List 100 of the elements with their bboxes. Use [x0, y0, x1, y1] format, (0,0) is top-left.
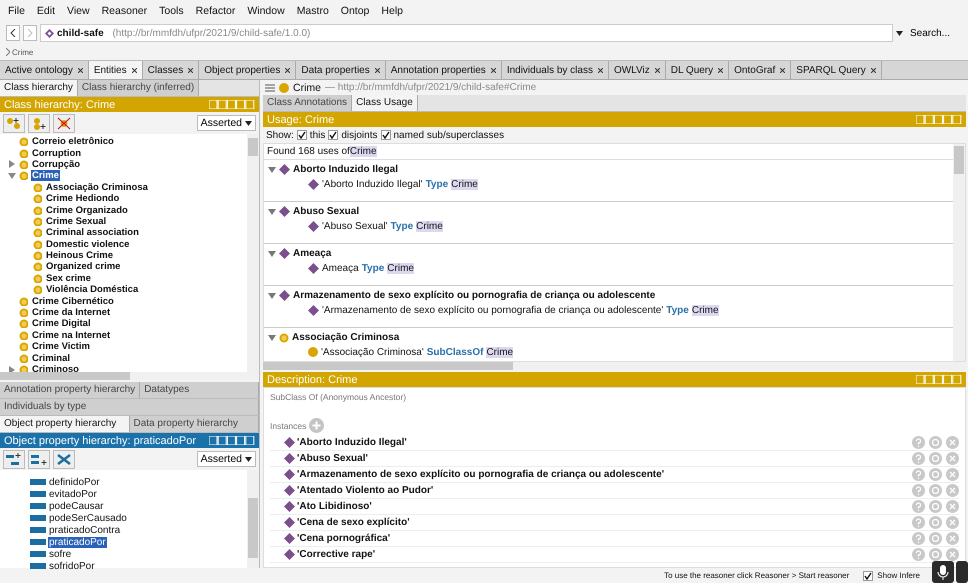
menu-item[interactable]: Refactor: [196, 5, 236, 17]
bars-plus-icon[interactable]: [3, 450, 25, 468]
crossed-bars-icon[interactable]: [53, 450, 75, 468]
tree-item[interactable]: Crime Organizado: [45, 204, 129, 216]
view-controls-icon[interactable]: [209, 100, 255, 109]
expand-arrow-icon[interactable]: [8, 160, 16, 168]
tree-item[interactable]: Organized crime: [45, 261, 122, 272]
checkbox[interactable]: [863, 570, 874, 580]
tree-item[interactable]: Crime Hediondo: [45, 193, 120, 204]
instance-item[interactable]: 'Aborto Induzido Ilegal': [297, 437, 407, 448]
tree-item[interactable]: Crime da Internet: [31, 307, 112, 318]
tree-item[interactable]: Crime na Internet: [31, 330, 112, 341]
tree-item[interactable]: Associação Criminosa: [45, 182, 149, 193]
checkbox[interactable]: [380, 130, 390, 140]
menu-item[interactable]: Reasoner: [102, 5, 148, 17]
search-button[interactable]: Search...: [906, 28, 962, 38]
instance-item[interactable]: 'Cena de sexo explícito': [297, 517, 410, 528]
menu-item[interactable]: Mastro: [296, 5, 329, 17]
dark-square-icon[interactable]: [956, 561, 968, 583]
usage-entity[interactable]: Armazenamento de sexo explícito ou pornografia de criança ou adolescente: [293, 290, 656, 301]
mode-dropdown[interactable]: Asserted: [196, 451, 256, 467]
tab[interactable]: Object property hierarchy: [0, 416, 130, 432]
menu-item[interactable]: View: [67, 5, 90, 17]
ontology-field[interactable]: child-safe (http://br/mmfdh/ufpr/2021/9/child-safe/1.0.0): [40, 24, 893, 42]
tree-item[interactable]: Corruption: [31, 148, 82, 159]
checkbox[interactable]: [328, 130, 338, 140]
collapse-arrow-icon[interactable]: [268, 166, 276, 174]
tab[interactable]: Class hierarchy: [0, 80, 78, 96]
collapse-arrow-icon[interactable]: [8, 172, 16, 180]
menu-item[interactable]: Help: [381, 5, 403, 17]
usage-entity[interactable]: Aborto Induzido Ilegal: [293, 164, 398, 175]
entity-link[interactable]: Crime: [451, 178, 478, 190]
view-controls-icon[interactable]: [916, 375, 962, 384]
close-icon[interactable]: [490, 68, 496, 72]
tree-item[interactable]: podeSerCausado: [48, 512, 128, 524]
tab[interactable]: Class hierarchy (inferred): [78, 80, 200, 96]
tree-item[interactable]: podeCausar: [48, 500, 104, 512]
close-icon[interactable]: [718, 68, 724, 72]
menu-item[interactable]: Edit: [36, 5, 56, 17]
checkbox[interactable]: [296, 130, 307, 140]
instance-item[interactable]: 'Ato Libidinoso': [297, 501, 372, 512]
dropdown-icon[interactable]: [896, 30, 903, 36]
close-icon[interactable]: [780, 68, 786, 72]
close-icon[interactable]: [285, 68, 290, 72]
close-icon[interactable]: [654, 68, 660, 72]
scrollbar[interactable]: [953, 144, 965, 361]
close-icon[interactable]: [870, 68, 876, 72]
instance-item[interactable]: 'Cena pornográfica': [297, 533, 390, 544]
circles-plus-icon[interactable]: [3, 114, 25, 132]
tree-item[interactable]: Heinous Crime: [45, 250, 114, 262]
collapse-arrow-icon[interactable]: [268, 292, 276, 300]
entity-link[interactable]: Crime: [416, 220, 443, 232]
tree-item[interactable]: Crime Digital: [31, 318, 92, 330]
tab[interactable]: Class Usage: [352, 95, 418, 111]
tree-item[interactable]: Criminal association: [45, 227, 140, 238]
tree-item[interactable]: Criminoso: [31, 364, 80, 375]
collapse-arrow-icon[interactable]: [268, 334, 276, 342]
tree-item[interactable]: praticadoPor: [48, 536, 107, 548]
bar-plus-icon[interactable]: [28, 450, 50, 468]
back-button[interactable]: [6, 25, 20, 41]
tree-item[interactable]: Criminal: [31, 352, 72, 364]
tree-item[interactable]: Corrupção: [31, 158, 82, 170]
tree-item[interactable]: Crime Sexual: [45, 216, 108, 227]
instance-item[interactable]: 'Abuso Sexual': [297, 453, 368, 464]
usage-entity[interactable]: Associação Criminosa: [292, 332, 400, 343]
menu-item[interactable]: Tools: [159, 5, 184, 17]
tree-item[interactable]: Sex crime: [45, 272, 92, 284]
tree-item[interactable]: praticadoContra: [48, 524, 122, 536]
view-controls-icon[interactable]: [916, 115, 962, 124]
menu-item[interactable]: Window: [247, 5, 285, 17]
tree-item[interactable]: Crime Cibernético: [31, 296, 115, 307]
entity-link[interactable]: Crime: [350, 146, 377, 157]
tree-item[interactable]: Correio eletrônico: [31, 136, 115, 148]
tree-item[interactable]: evitadoPor: [48, 488, 98, 500]
view-controls-icon[interactable]: [209, 436, 255, 445]
entity-link[interactable]: Crime: [387, 262, 414, 274]
close-icon[interactable]: [374, 68, 380, 72]
tree-item[interactable]: Crime Victim: [31, 341, 91, 352]
tree-item[interactable]: Domestic violence: [45, 238, 130, 250]
tab[interactable]: Class Annotations: [263, 95, 352, 111]
microphone-icon[interactable]: [932, 561, 954, 583]
entity-link[interactable]: Crime: [692, 304, 719, 316]
menu-icon[interactable]: [265, 84, 275, 92]
tree-item[interactable]: definidoPor: [48, 476, 101, 488]
instance-item[interactable]: 'Armazenamento de sexo explícito ou pornografia de criança ou adolescente': [297, 469, 664, 480]
tree-item[interactable]: sofridoPor: [48, 560, 96, 572]
entity-link[interactable]: Crime: [486, 346, 514, 358]
scrollbar[interactable]: [247, 134, 259, 372]
tree-item[interactable]: Violência Doméstica: [45, 284, 140, 296]
close-icon[interactable]: [188, 68, 194, 72]
breadcrumb-item[interactable]: Crime: [12, 48, 34, 56]
mode-dropdown[interactable]: Asserted: [196, 115, 256, 131]
tree-item[interactable]: Crime: [31, 170, 60, 182]
usage-entity[interactable]: Abuso Sexual: [293, 206, 360, 217]
tab[interactable]: Entities: [88, 61, 143, 79]
close-icon[interactable]: [132, 68, 137, 72]
tab[interactable]: Annotation properties: [386, 61, 502, 79]
tab[interactable]: Classes: [142, 61, 200, 79]
menu-item[interactable]: Ontop: [340, 5, 370, 17]
tab[interactable]: Datatypes: [140, 382, 259, 398]
